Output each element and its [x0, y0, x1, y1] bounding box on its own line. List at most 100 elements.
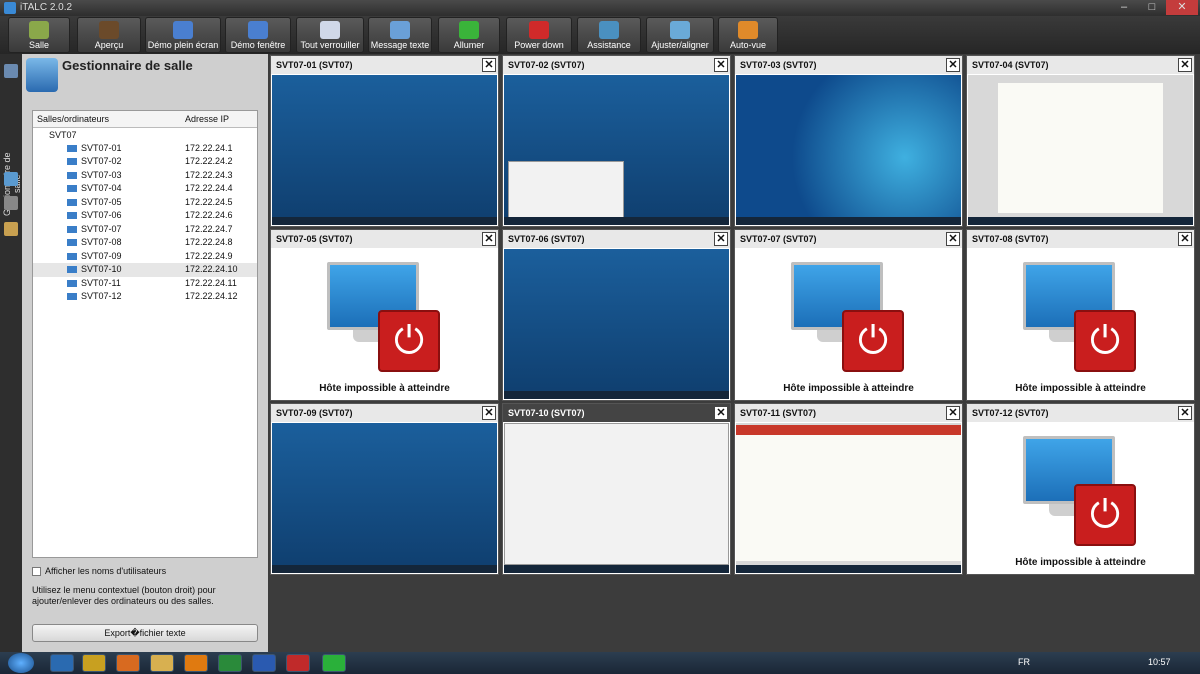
snapshot-tab-icon[interactable] — [4, 172, 18, 186]
computer-tile[interactable]: SVT07-07 (SVT07) ✕ ⏻ Hôte impossible à atte… — [734, 229, 963, 401]
screen-preview[interactable] — [504, 75, 729, 225]
column-computers[interactable]: Salles/ordinateurs — [37, 114, 109, 124]
toolbar-button-10[interactable]: Ajuster/aligner — [646, 17, 714, 53]
document-window — [998, 83, 1163, 213]
tree-row[interactable]: SVT07-10 172.22.24.10 — [33, 263, 257, 277]
close-icon[interactable]: ✕ — [1178, 406, 1192, 420]
explorer-icon[interactable] — [150, 654, 174, 672]
checkbox-box[interactable] — [32, 567, 41, 577]
toolbar-button-3[interactable]: Démo plein écran — [145, 17, 221, 53]
tile-title: SVT07-09 (SVT07) — [271, 404, 498, 422]
toolbar-button-1[interactable]: Salle — [8, 17, 70, 53]
computer-tile[interactable]: SVT07-03 (SVT07) ✕ — [734, 55, 963, 227]
screen-preview[interactable] — [736, 75, 961, 225]
message-icon — [390, 21, 410, 39]
italc-taskbar-icon[interactable] — [322, 654, 346, 672]
close-icon[interactable]: ✕ — [482, 406, 496, 420]
language-indicator[interactable]: FR — [1018, 657, 1030, 667]
close-icon[interactable]: ✕ — [714, 232, 728, 246]
computer-tree[interactable]: Salles/ordinateurs Adresse IP SVT07 SVT0… — [32, 110, 258, 558]
computer-tile[interactable]: SVT07-09 (SVT07) ✕ — [270, 403, 499, 575]
toolbar-button-5[interactable]: Tout verrouiller — [296, 17, 364, 53]
close-icon[interactable]: ✕ — [1178, 232, 1192, 246]
screen-preview[interactable] — [504, 423, 729, 573]
close-icon[interactable]: ✕ — [482, 232, 496, 246]
vlc-icon[interactable] — [184, 654, 208, 672]
computer-tile[interactable]: SVT07-06 (SVT07) ✕ — [502, 229, 731, 401]
tree-row[interactable]: SVT07-02 172.22.24.2 — [33, 155, 257, 169]
computer-name: SVT07-06 — [81, 210, 122, 220]
close-icon[interactable]: ✕ — [482, 58, 496, 72]
show-usernames-checkbox[interactable]: Afficher les noms d'utilisateurs — [32, 566, 166, 577]
computer-tile[interactable]: SVT07-02 (SVT07) ✕ — [502, 55, 731, 227]
unreachable-message: Hôte impossible à atteindre — [1015, 383, 1146, 394]
remote-taskbar — [272, 565, 497, 573]
tree-row[interactable]: SVT07-06 172.22.24.6 — [33, 209, 257, 223]
clock[interactable]: 10:57 — [1148, 657, 1171, 667]
screen-preview[interactable] — [968, 75, 1193, 225]
maximize-button[interactable]: □ — [1138, 0, 1166, 15]
minimize-button[interactable]: – — [1110, 0, 1138, 15]
tree-row[interactable]: SVT07-07 172.22.24.7 — [33, 223, 257, 237]
computer-tile[interactable]: SVT07-11 (SVT07) ✕ — [734, 403, 963, 575]
tree-row[interactable]: SVT07-04 172.22.24.4 — [33, 182, 257, 196]
tree-row[interactable]: SVT07-03 172.22.24.3 — [33, 169, 257, 183]
excel-icon[interactable] — [218, 654, 242, 672]
computer-tile[interactable]: SVT07-04 (SVT07) ✕ — [966, 55, 1195, 227]
toolbar-button-2[interactable]: Aperçu — [77, 17, 141, 53]
export-button[interactable]: Export�fichier texte — [32, 624, 258, 642]
close-window-button[interactable]: ✕ — [1166, 0, 1198, 15]
monitor-icon — [67, 144, 77, 152]
close-icon[interactable]: ✕ — [946, 232, 960, 246]
config-tab-icon[interactable] — [4, 222, 18, 236]
window-title: iTALC 2.0.2 — [20, 2, 73, 13]
monitor-icon — [67, 185, 77, 192]
monitor-icon — [67, 198, 77, 206]
chrome-icon[interactable] — [82, 654, 106, 672]
toolbar-button-9[interactable]: Assistance — [577, 17, 641, 53]
toolbar-button-8[interactable]: Power down — [506, 17, 572, 53]
start-button[interactable] — [8, 653, 34, 673]
tree-row[interactable]: SVT07-12 172.22.24.12 — [33, 290, 257, 304]
screen-preview[interactable] — [736, 423, 961, 573]
close-icon[interactable]: ✕ — [714, 58, 728, 72]
tree-group[interactable]: SVT07 — [33, 128, 257, 142]
toolbar-button-6[interactable]: Message texte — [368, 17, 432, 53]
computer-tile[interactable]: SVT07-10 (SVT07) ✕ — [502, 403, 731, 575]
tree-row[interactable]: SVT07-05 172.22.24.5 — [33, 196, 257, 210]
classroom-tab-icon[interactable] — [4, 64, 18, 78]
classroom-manager-panel: Gestionnaire de salle Salles/ordinateurs… — [22, 54, 268, 652]
tools-tab-icon[interactable] — [4, 196, 18, 210]
column-ip[interactable]: Adresse IP — [185, 114, 229, 124]
computer-name: SVT07-03 — [81, 169, 122, 180]
tree-row[interactable]: SVT07-08 172.22.24.8 — [33, 236, 257, 250]
toolbar-button-7[interactable]: Allumer — [438, 17, 500, 53]
toolbar-button-4[interactable]: Démo fenêtre — [225, 17, 291, 53]
tree-row[interactable]: SVT07-09 172.22.24.9 — [33, 250, 257, 264]
browser-window — [508, 161, 624, 219]
app-red-icon[interactable] — [286, 654, 310, 672]
word-icon[interactable] — [252, 654, 276, 672]
firefox-icon[interactable] — [116, 654, 140, 672]
tile-title: SVT07-12 (SVT07) — [967, 404, 1194, 422]
tree-header: Salles/ordinateurs Adresse IP — [33, 111, 257, 128]
computer-ip: 172.22.24.11 — [185, 277, 237, 288]
close-icon[interactable]: ✕ — [946, 58, 960, 72]
screen-preview[interactable] — [504, 249, 729, 399]
computer-ip: 172.22.24.6 — [185, 210, 233, 220]
computer-tile[interactable]: SVT07-08 (SVT07) ✕ ⏻ Hôte impossible à atte… — [966, 229, 1195, 401]
ie-icon[interactable] — [50, 654, 74, 672]
computer-tile[interactable]: SVT07-01 (SVT07) ✕ — [270, 55, 499, 227]
computer-tile[interactable]: SVT07-05 (SVT07) ✕ ⏻ Hôte impossible à atte… — [270, 229, 499, 401]
tree-row[interactable]: SVT07-11 172.22.24.11 — [33, 277, 257, 291]
screen-preview[interactable] — [272, 423, 497, 573]
power-icon: ⏻ — [378, 310, 440, 372]
unreachable-message: Hôte impossible à atteindre — [319, 383, 450, 394]
screen-preview[interactable] — [272, 75, 497, 225]
toolbar-button-11[interactable]: Auto-vue — [718, 17, 778, 53]
close-icon[interactable]: ✕ — [1178, 58, 1192, 72]
computer-tile[interactable]: SVT07-12 (SVT07) ✕ ⏻ Hôte impossible à atte… — [966, 403, 1195, 575]
close-icon[interactable]: ✕ — [714, 406, 728, 420]
tree-row[interactable]: SVT07-01 172.22.24.1 — [33, 142, 257, 156]
close-icon[interactable]: ✕ — [946, 406, 960, 420]
